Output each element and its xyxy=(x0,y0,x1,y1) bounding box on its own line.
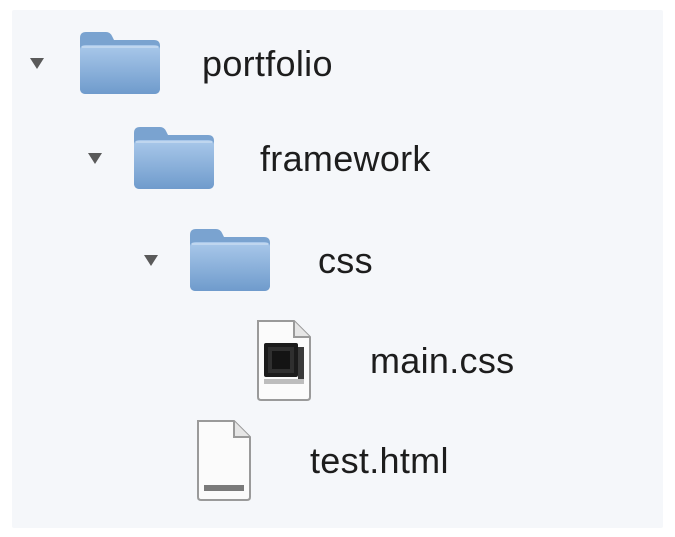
tree-item-label: test.html xyxy=(310,440,449,481)
html-file-icon xyxy=(197,420,251,501)
tree-row-main-css[interactable]: main.css xyxy=(12,315,663,405)
tree-item-label: portfolio xyxy=(202,43,333,84)
folder-icon xyxy=(190,229,270,291)
folder-icon xyxy=(134,127,214,189)
disclosure-triangle-icon[interactable] xyxy=(86,149,104,167)
tree-item-label: main.css xyxy=(370,340,515,381)
tree-row-css[interactable]: css xyxy=(12,215,663,305)
css-file-icon xyxy=(257,320,311,401)
tree-row-portfolio[interactable]: portfolio xyxy=(12,18,663,108)
tree-item-label: css xyxy=(318,240,373,281)
folder-icon xyxy=(80,32,160,94)
disclosure-triangle-icon[interactable] xyxy=(28,54,46,72)
tree-item-label: framework xyxy=(260,138,431,179)
disclosure-triangle-icon[interactable] xyxy=(142,251,160,269)
file-tree-panel: portfolio framework css main.css test.ht… xyxy=(12,10,663,528)
tree-row-test-html[interactable]: test.html xyxy=(12,415,663,505)
tree-row-framework[interactable]: framework xyxy=(12,113,663,203)
